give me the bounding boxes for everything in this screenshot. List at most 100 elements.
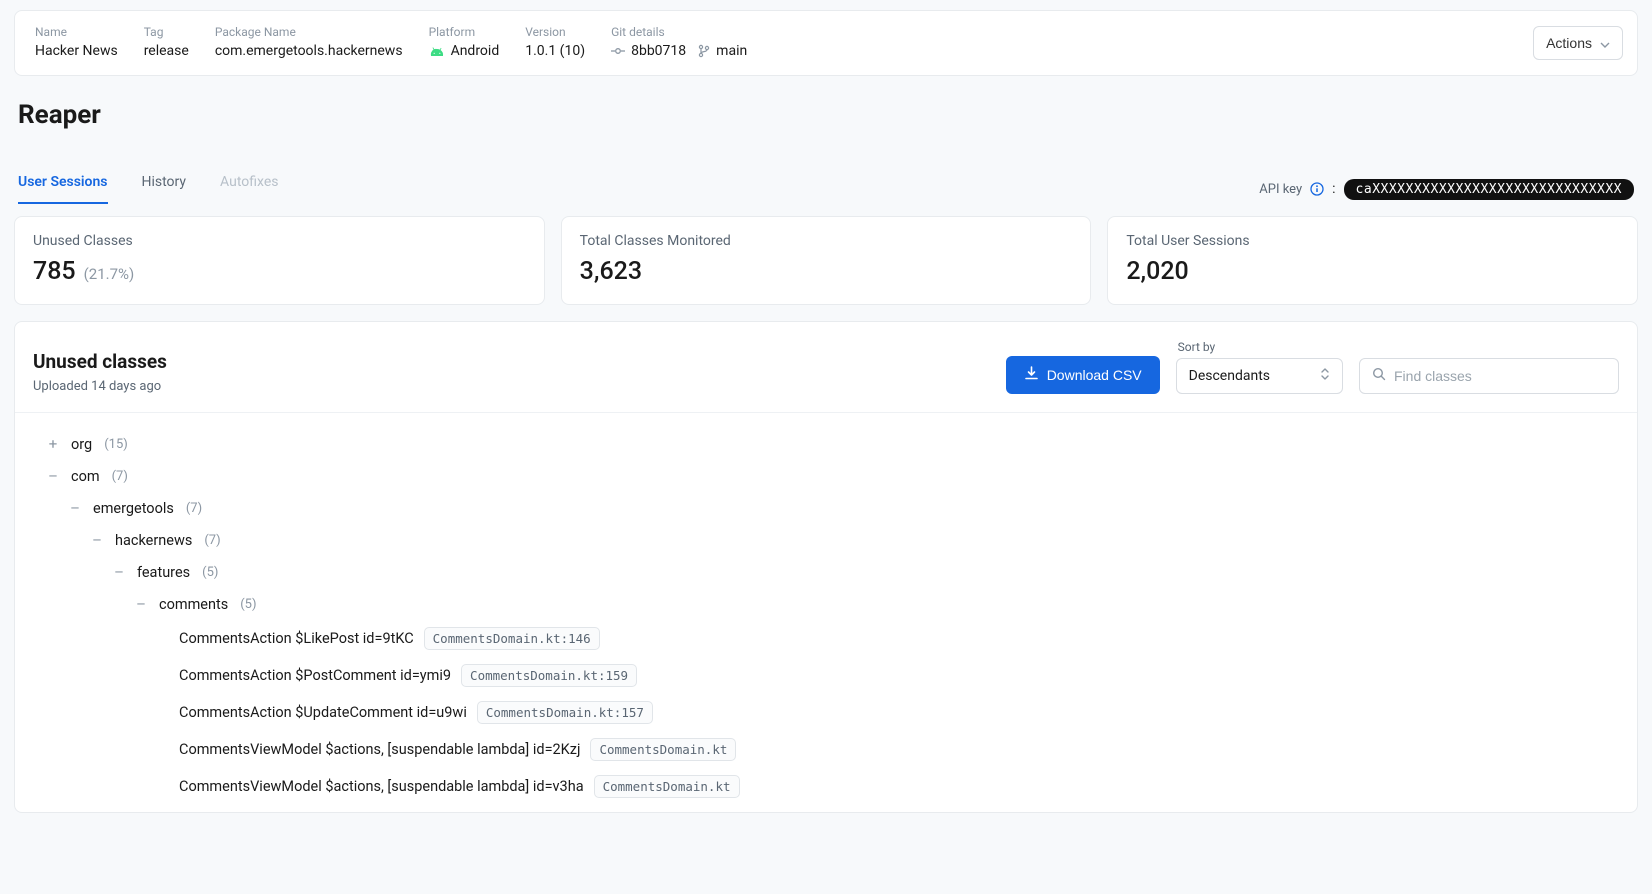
node-count: (7) — [186, 501, 202, 516]
collapse-icon[interactable]: – — [47, 467, 59, 485]
panel-header: Unused classes Uploaded 14 days ago Down… — [15, 322, 1637, 413]
version-label: Version — [525, 25, 585, 39]
git-branch[interactable]: main — [716, 43, 747, 59]
stat-label: Unused Classes — [33, 233, 526, 249]
collapse-icon[interactable]: – — [113, 563, 125, 581]
search-icon — [1372, 367, 1386, 385]
info-bar: Name Hacker News Tag release Package Nam… — [14, 10, 1638, 76]
git-label: Git details — [611, 25, 747, 39]
class-leaf[interactable]: CommentsViewModel $actions, [suspendable… — [157, 775, 1605, 798]
node-name: comments — [159, 596, 228, 613]
file-location[interactable]: CommentsDomain.kt:157 — [477, 701, 653, 724]
node-count: (15) — [104, 437, 128, 452]
class-name: CommentsAction $UpdateComment id=u9wi — [179, 704, 467, 721]
tree-node-hackernews[interactable]: – hackernews (7) — [91, 531, 1605, 549]
name-value: Hacker News — [35, 43, 118, 59]
tabs-row: User Sessions History Autofixes API key … — [14, 174, 1638, 204]
class-leaf[interactable]: CommentsViewModel $actions, [suspendable… — [157, 738, 1605, 761]
page-title: Reaper — [18, 100, 1634, 130]
expand-icon[interactable]: + — [47, 435, 59, 453]
class-name: CommentsAction $LikePost id=9tKC — [179, 630, 414, 647]
download-csv-button[interactable]: Download CSV — [1006, 356, 1160, 394]
tag-value: release — [144, 43, 189, 59]
api-key-label: API key — [1259, 182, 1302, 197]
node-name: hackernews — [115, 532, 192, 549]
panel-title: Unused classes — [33, 350, 990, 373]
sort-group: Sort by Descendants — [1176, 340, 1343, 394]
info-git: Git details 8bb0718 main — [611, 25, 747, 59]
node-count: (7) — [112, 469, 128, 484]
tab-user-sessions[interactable]: User Sessions — [18, 174, 108, 204]
stat-label: Total User Sessions — [1126, 233, 1619, 249]
platform-value: Android — [451, 43, 500, 59]
unused-classes-panel: Unused classes Uploaded 14 days ago Down… — [14, 321, 1638, 813]
name-label: Name — [35, 25, 118, 39]
version-value: 1.0.1 (10) — [525, 43, 585, 59]
stat-value: 3,623 — [580, 257, 642, 286]
sort-chevrons-icon — [1320, 367, 1330, 385]
api-key-value[interactable]: caXXXXXXXXXXXXXXXXXXXXXXXXXXXXXX — [1344, 179, 1634, 200]
tree-node-org[interactable]: + org (15) — [47, 435, 1605, 453]
node-name: com — [71, 468, 100, 485]
class-name: CommentsViewModel $actions, [suspendable… — [179, 741, 580, 758]
class-leaf[interactable]: CommentsAction $UpdateComment id=u9wi Co… — [157, 701, 1605, 724]
search-box[interactable] — [1359, 358, 1619, 394]
stat-total-sessions: Total User Sessions 2,020 — [1107, 216, 1638, 305]
api-key-colon: : — [1332, 181, 1335, 197]
api-key-wrap: API key : caXXXXXXXXXXXXXXXXXXXXXXXXXXXX… — [1259, 179, 1634, 200]
stat-unused-classes: Unused Classes 785 (21.7%) — [14, 216, 545, 305]
stats-row: Unused Classes 785 (21.7%) Total Classes… — [14, 216, 1638, 305]
sort-select[interactable]: Descendants — [1176, 358, 1343, 394]
tag-label: Tag — [144, 25, 189, 39]
collapse-icon[interactable]: – — [91, 531, 103, 549]
stat-value: 2,020 — [1126, 257, 1188, 286]
search-input[interactable] — [1394, 368, 1606, 384]
info-tag: Tag release — [144, 25, 189, 59]
class-leaf[interactable]: CommentsAction $PostComment id=ymi9 Comm… — [157, 664, 1605, 687]
actions-button[interactable]: Actions — [1533, 26, 1623, 60]
collapse-icon[interactable]: – — [69, 499, 81, 517]
commit-icon — [611, 46, 625, 56]
info-package: Package Name com.emergetools.hackernews — [215, 25, 403, 59]
platform-label: Platform — [429, 25, 500, 39]
download-label: Download CSV — [1047, 367, 1142, 383]
branch-icon — [698, 44, 710, 58]
node-count: (5) — [240, 597, 256, 612]
chevron-down-icon — [1600, 35, 1610, 51]
node-count: (5) — [202, 565, 218, 580]
package-value: com.emergetools.hackernews — [215, 43, 403, 59]
sort-value: Descendants — [1189, 368, 1270, 384]
node-name: org — [71, 436, 92, 453]
tab-history[interactable]: History — [142, 174, 187, 204]
panel-subtitle: Uploaded 14 days ago — [33, 379, 990, 394]
node-name: features — [137, 564, 190, 581]
stat-total-classes: Total Classes Monitored 3,623 — [561, 216, 1092, 305]
file-location[interactable]: CommentsDomain.kt:146 — [424, 627, 600, 650]
tab-autofixes[interactable]: Autofixes — [220, 174, 278, 204]
info-icon[interactable] — [1310, 182, 1324, 196]
collapse-icon[interactable]: – — [135, 595, 147, 613]
tree-node-features[interactable]: – features (5) — [113, 563, 1605, 581]
actions-label: Actions — [1546, 35, 1592, 51]
file-location[interactable]: CommentsDomain.kt — [594, 775, 740, 798]
class-name: CommentsViewModel $actions, [suspendable… — [179, 778, 584, 795]
stat-sub: (21.7%) — [84, 265, 135, 283]
download-icon — [1024, 366, 1039, 384]
info-name: Name Hacker News — [35, 25, 118, 59]
node-name: emergetools — [93, 500, 174, 517]
tree-node-emergetools[interactable]: – emergetools (7) — [69, 499, 1605, 517]
class-name: CommentsAction $PostComment id=ymi9 — [179, 667, 451, 684]
class-leaf[interactable]: CommentsAction $LikePost id=9tKC Comment… — [157, 627, 1605, 650]
tree-node-com[interactable]: – com (7) — [47, 467, 1605, 485]
info-version: Version 1.0.1 (10) — [525, 25, 585, 59]
stat-label: Total Classes Monitored — [580, 233, 1073, 249]
stat-value: 785 — [33, 257, 76, 286]
file-location[interactable]: CommentsDomain.kt:159 — [461, 664, 637, 687]
file-location[interactable]: CommentsDomain.kt — [590, 738, 736, 761]
package-label: Package Name — [215, 25, 403, 39]
info-platform: Platform Android — [429, 25, 500, 59]
git-commit[interactable]: 8bb0718 — [631, 43, 686, 59]
node-count: (7) — [204, 533, 220, 548]
tree-node-comments[interactable]: – comments (5) — [135, 595, 1605, 613]
sort-label: Sort by — [1176, 340, 1343, 354]
